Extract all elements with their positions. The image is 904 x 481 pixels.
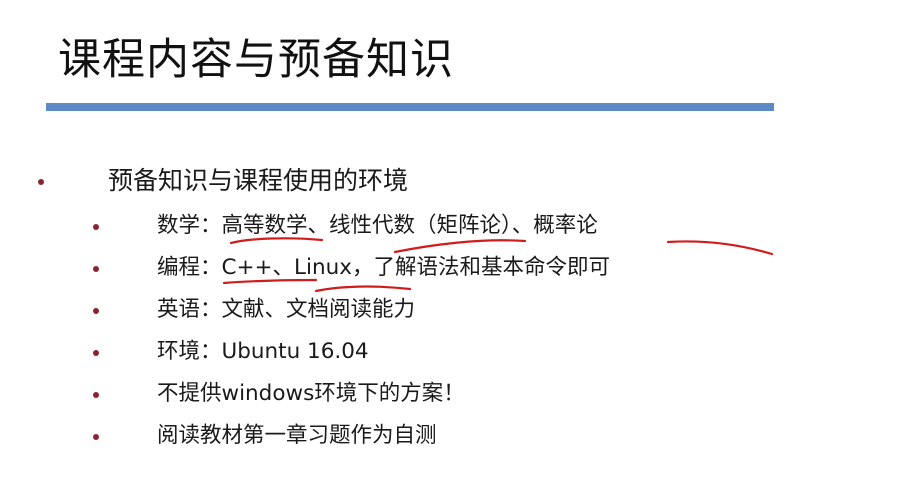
sub-bullet-programming: 编程：C++、Linux，了解语法和基本命令即可 <box>157 255 610 280</box>
underline-linear-algebra <box>393 239 527 254</box>
sub-bullet-textbook: 阅读教材第一章习题作为自测 <box>157 423 437 448</box>
sub-bullet-english: 英语：文献、文档阅读能力 <box>157 297 416 322</box>
bullet-dot <box>93 434 99 440</box>
title-underline-bar <box>46 103 774 111</box>
bullet-dot <box>93 392 99 398</box>
bullet-dot <box>93 224 99 230</box>
main-bullet-text: 预备知识与课程使用的环境 <box>108 166 409 195</box>
bullet-dot <box>38 179 44 185</box>
slide-title: 课程内容与预备知识 <box>58 35 454 85</box>
sub-bullet-no-windows: 不提供windows环境下的方案！ <box>157 381 465 406</box>
underline-probability <box>666 240 774 256</box>
sub-bullet-math: 数学：高等数学、线性代数（矩阵论）、概率论 <box>157 213 598 238</box>
underline-linux <box>314 285 412 293</box>
bullet-dot <box>93 308 99 314</box>
bullet-dot <box>93 266 99 272</box>
sub-bullet-environment: 环境：Ubuntu 16.04 <box>157 339 369 364</box>
slide: 课程内容与预备知识 预备知识与课程使用的环境 数学：高等数学、线性代数（矩阵论）… <box>0 0 904 481</box>
bullet-dot <box>93 350 99 356</box>
